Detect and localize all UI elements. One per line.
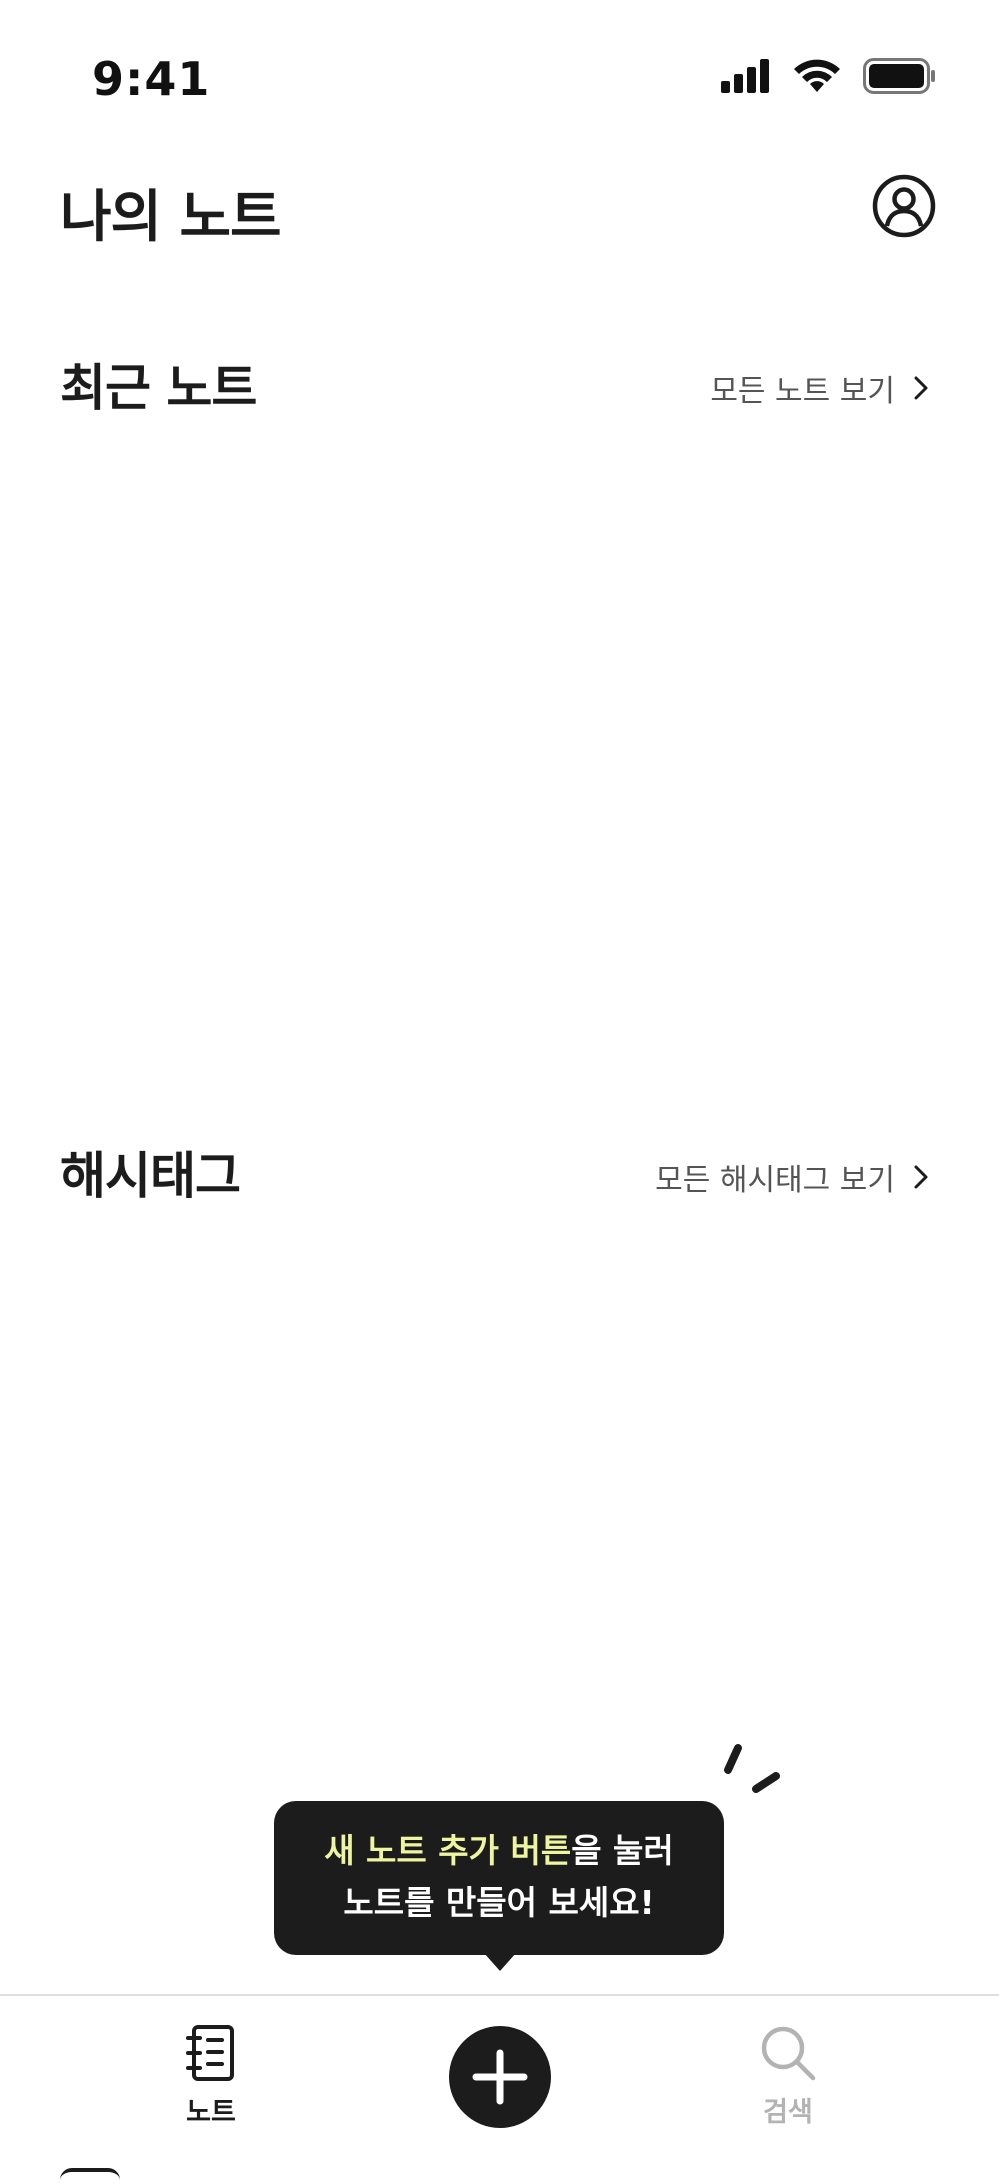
status-icons bbox=[721, 58, 937, 94]
recent-notes-title: 최근 노트 bbox=[60, 359, 257, 417]
see-all-notes-label: 모든 노트 보기 bbox=[710, 374, 895, 409]
profile-button[interactable] bbox=[872, 174, 936, 238]
page-title: 나의 노트 bbox=[60, 185, 282, 250]
tab-search-label: 검색 bbox=[763, 2097, 813, 2128]
add-note-button[interactable] bbox=[449, 2026, 551, 2128]
bottom-tab-bar: 노트 검색 bbox=[0, 1994, 999, 2183]
home-indicator-edge bbox=[60, 2168, 120, 2180]
tab-notes[interactable]: 노트 bbox=[141, 2024, 281, 2129]
see-all-notes-link[interactable]: 모든 노트 보기 bbox=[710, 366, 929, 410]
tab-search[interactable]: 검색 bbox=[718, 2024, 858, 2129]
chevron-right-icon bbox=[914, 1165, 928, 1189]
tooltip-line-1: 새 노트 추가 버튼을 눌러 bbox=[274, 1825, 724, 1877]
status-time: 9:41 bbox=[92, 52, 211, 106]
status-bar: 9:41 bbox=[0, 0, 999, 160]
add-note-tooltip: 새 노트 추가 버튼을 눌러 노트를 만들어 보세요! bbox=[274, 1801, 724, 1955]
tooltip-line-1-rest: 을 눌러 bbox=[571, 1831, 674, 1870]
cellular-signal-icon bbox=[721, 59, 769, 93]
sparkle-icon bbox=[724, 1744, 780, 1793]
see-all-hashtags-label: 모든 해시태그 보기 bbox=[655, 1163, 895, 1198]
tooltip-arrow bbox=[484, 1953, 516, 1971]
chevron-right-icon bbox=[914, 376, 928, 400]
notebook-icon bbox=[186, 2025, 234, 2081]
hashtag-title: 해시태그 bbox=[60, 1147, 241, 1205]
tooltip-highlight: 새 노트 추가 버튼 bbox=[324, 1831, 572, 1870]
tooltip-line-2: 노트를 만들어 보세요! bbox=[343, 1883, 655, 1922]
tab-notes-label: 노트 bbox=[186, 2097, 236, 2128]
wifi-icon bbox=[794, 59, 840, 92]
battery-icon bbox=[863, 58, 935, 94]
plus-icon bbox=[472, 2049, 528, 2105]
profile-icon bbox=[872, 174, 936, 238]
see-all-hashtags-link[interactable]: 모든 해시태그 보기 bbox=[655, 1155, 929, 1199]
search-icon bbox=[761, 2026, 816, 2081]
